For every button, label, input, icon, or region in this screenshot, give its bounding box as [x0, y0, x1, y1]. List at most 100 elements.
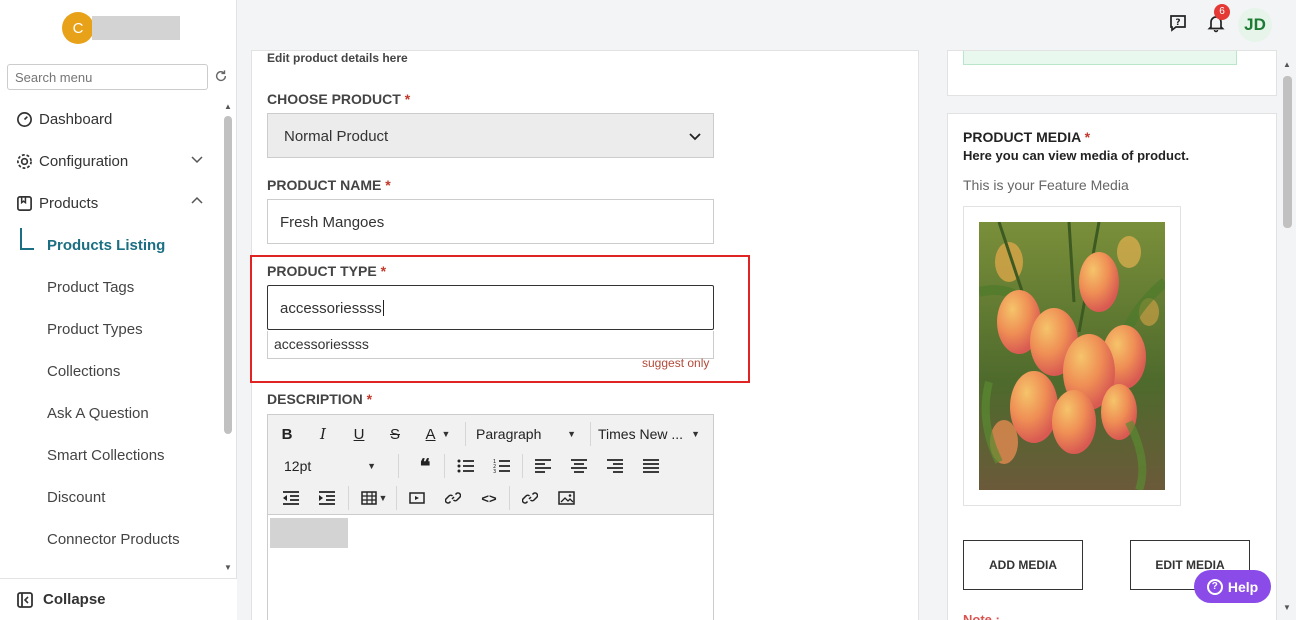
- sidebar-item-smart-collections[interactable]: Smart Collections: [0, 434, 222, 476]
- sidebar-scrollbar[interactable]: [224, 116, 232, 434]
- store-name-redacted: [92, 16, 180, 40]
- bookmark-icon: [15, 194, 33, 212]
- italic-icon[interactable]: I: [310, 421, 336, 447]
- toolbar-separator: [465, 422, 466, 446]
- sidebar-item-product-tags[interactable]: Product Tags: [0, 266, 222, 308]
- chevron-up-icon[interactable]: [190, 194, 204, 208]
- insert-link-icon[interactable]: [517, 485, 543, 511]
- media-title: PRODUCT MEDIA *: [963, 129, 1091, 145]
- block-format-select[interactable]: Paragraph ▼: [470, 421, 582, 447]
- status-card: [947, 50, 1277, 96]
- toolbar-separator: [444, 454, 445, 478]
- sidebar-item-ask-a-question[interactable]: Ask A Question: [0, 392, 222, 434]
- sidebar: C Dashboard Configuration Products: [0, 0, 237, 620]
- align-right-icon[interactable]: [602, 453, 628, 479]
- product-type-suggestion[interactable]: accessoriessss: [267, 331, 714, 359]
- media-subtitle: Here you can view media of product.: [963, 148, 1190, 163]
- collapse-icon: [17, 591, 33, 608]
- sidebar-item-label: Ask A Question: [47, 404, 149, 422]
- sidebar-item-label: Discount: [47, 488, 106, 506]
- product-type-label: PRODUCT TYPE *: [267, 263, 387, 279]
- toolbar-separator: [348, 486, 349, 510]
- sidebar-item-dashboard[interactable]: Dashboard: [0, 98, 222, 140]
- numbered-list-icon[interactable]: 123: [489, 453, 515, 479]
- collapse-button[interactable]: Collapse: [0, 578, 237, 620]
- font-family-select[interactable]: Times New ... ▼: [594, 421, 704, 447]
- page-scroll-down-arrow[interactable]: ▼: [1283, 603, 1291, 612]
- question-icon: ?: [1206, 578, 1223, 595]
- bullet-list-icon[interactable]: [453, 453, 479, 479]
- svg-text:?: ?: [1175, 18, 1180, 28]
- dashboard-icon: [15, 110, 33, 128]
- toolbar-separator: [396, 486, 397, 510]
- chevron-down-icon: [689, 133, 701, 141]
- align-left-icon[interactable]: [530, 453, 556, 479]
- status-banner: [963, 51, 1237, 65]
- image-icon[interactable]: [553, 485, 579, 511]
- align-center-icon[interactable]: [566, 453, 592, 479]
- card-subtitle: Edit product details here: [267, 51, 408, 65]
- help-button[interactable]: ? Help: [1194, 570, 1271, 603]
- choose-product-label: CHOOSE PRODUCT *: [267, 91, 411, 107]
- sidebar-menu: Dashboard Configuration Products Product…: [0, 98, 222, 560]
- editor-content-redacted[interactable]: [270, 518, 348, 548]
- page-scrollbar[interactable]: [1283, 76, 1292, 228]
- user-avatar[interactable]: JD: [1238, 8, 1272, 42]
- feature-media-frame: [963, 206, 1181, 506]
- product-name-input[interactable]: Fresh Mangoes: [267, 199, 714, 244]
- sidebar-item-product-types[interactable]: Product Types: [0, 308, 222, 350]
- sidebar-item-label: Collections: [47, 362, 121, 380]
- brand-logo[interactable]: C: [62, 12, 180, 44]
- gear-icon: [15, 152, 33, 170]
- topbar: ? 6 JD: [237, 0, 1296, 50]
- source-code-icon[interactable]: <>: [476, 485, 502, 511]
- underline-icon[interactable]: U: [346, 421, 372, 447]
- page-scroll-up-arrow[interactable]: ▲: [1283, 60, 1291, 69]
- indent-icon[interactable]: [314, 485, 340, 511]
- sidebar-item-label: Products: [39, 194, 99, 212]
- logo-circle: C: [62, 12, 94, 44]
- sidebar-item-products-listing[interactable]: Products Listing: [0, 224, 222, 266]
- mango-image[interactable]: [979, 222, 1165, 490]
- toolbar-separator: [590, 422, 591, 446]
- help-label: Help: [1227, 578, 1259, 595]
- help-chat-icon[interactable]: ?: [1168, 13, 1188, 33]
- outdent-icon[interactable]: [278, 485, 304, 511]
- scroll-up-arrow[interactable]: ▲: [224, 102, 232, 111]
- bold-icon[interactable]: B: [274, 421, 300, 447]
- strikethrough-icon[interactable]: S: [382, 421, 408, 447]
- refresh-icon[interactable]: [214, 69, 230, 85]
- link-icon[interactable]: [440, 485, 466, 511]
- scroll-down-arrow[interactable]: ▼: [224, 563, 232, 572]
- choose-product-select[interactable]: Normal Product: [267, 113, 714, 158]
- branch-line: [20, 228, 34, 250]
- search-menu-input[interactable]: [7, 64, 208, 90]
- description-label: DESCRIPTION *: [267, 391, 373, 407]
- sidebar-item-configuration[interactable]: Configuration: [0, 140, 222, 182]
- suggest-only-hint: suggest only: [642, 356, 710, 370]
- main-content: ? 6 JD Edit product details here CHOOSE …: [237, 0, 1296, 620]
- align-justify-icon[interactable]: [638, 453, 664, 479]
- sidebar-item-label: Smart Collections: [47, 446, 165, 464]
- sidebar-item-collections[interactable]: Collections: [0, 350, 222, 392]
- sidebar-item-label: Products Listing: [47, 236, 166, 254]
- editor-toolbar: B I U S A ▼ Paragraph ▼ Times New ... ▼ 12p…: [268, 415, 713, 515]
- media-embed-icon[interactable]: [404, 485, 430, 511]
- media-note: Note :: [963, 612, 1000, 620]
- add-media-button[interactable]: ADD MEDIA: [963, 540, 1083, 590]
- product-type-input[interactable]: accessoriessss: [267, 285, 714, 330]
- sidebar-item-label: Dashboard: [39, 110, 113, 128]
- font-size-select[interactable]: 12pt ▼: [274, 453, 386, 479]
- table-icon[interactable]: ▼: [356, 485, 392, 511]
- product-name-label: PRODUCT NAME *: [267, 177, 391, 193]
- text-color-icon[interactable]: A ▼: [418, 421, 458, 447]
- sidebar-item-label: Product Tags: [47, 278, 135, 296]
- svg-text:3: 3: [493, 469, 496, 474]
- product-media-card: PRODUCT MEDIA * Here you can view media …: [947, 113, 1277, 620]
- sidebar-item-discount[interactable]: Discount: [0, 476, 222, 518]
- blockquote-icon[interactable]: ❝: [412, 453, 438, 479]
- sidebar-item-connector-products[interactable]: Connector Products: [0, 518, 222, 560]
- chevron-down-icon[interactable]: [190, 152, 204, 166]
- sidebar-item-products[interactable]: Products: [0, 182, 222, 224]
- collapse-label: Collapse: [43, 591, 106, 608]
